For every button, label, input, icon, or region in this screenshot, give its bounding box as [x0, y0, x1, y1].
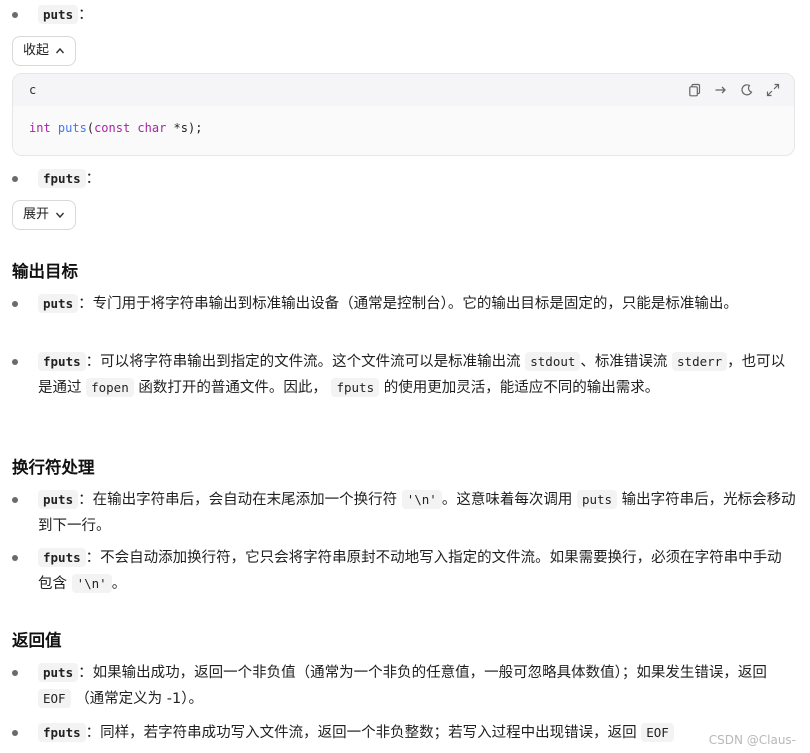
code-header: c: [13, 74, 794, 106]
watermark: CSDN @Claus-: [708, 733, 796, 747]
section-title: 输出目标: [12, 262, 78, 281]
bullet-dot: [12, 497, 18, 503]
expand-button[interactable]: 展开: [12, 200, 77, 230]
code-keyword: const: [94, 121, 131, 135]
eof-code: EOF: [641, 723, 674, 742]
bullet-dot: [12, 359, 18, 365]
list-item: fputs：: [12, 166, 796, 192]
eof-code: EOF: [38, 689, 71, 708]
code-function: puts: [57, 121, 87, 135]
code-language: c: [29, 83, 37, 97]
collapse-button[interactable]: 收起: [12, 36, 77, 66]
item-text: 。这意味着每次调用: [441, 492, 573, 508]
code-type: char: [137, 121, 167, 135]
puts-code: puts: [38, 294, 79, 313]
puts-code: puts: [576, 490, 618, 509]
item-text: 的使用更加灵活，能适应不同的输出需求。: [383, 380, 660, 396]
item-text: 。: [111, 576, 127, 592]
chevron-down-icon: [55, 212, 65, 219]
bullet-dot: [12, 555, 18, 561]
list-item: fputs ：同样，若字符串成功写入文件流，返回一个非负整数；若写入过程中出现错误…: [12, 720, 796, 746]
colon: ：: [85, 171, 101, 187]
list-item: puts：: [12, 2, 796, 28]
bullet-dot: [12, 12, 18, 18]
list-item: fputs ：可以将字符串输出到指定的文件流。这个文件流可以是标准输出流 stdo…: [12, 349, 796, 401]
item-text: 、标准错误流: [580, 354, 668, 370]
expand-icon[interactable]: [766, 83, 780, 97]
item-text: ：同样，若字符串成功写入文件流，返回一个非负整数；若写入过程中出现错误，返回: [85, 725, 637, 741]
wrap-icon[interactable]: [714, 83, 728, 97]
puts-code: puts: [38, 5, 79, 24]
item-text: ：如果输出成功，返回一个非负值（通常为一个非负的任意值，一般可忽略具体数值）；如…: [78, 665, 767, 681]
newline-code: '\n': [401, 490, 442, 509]
list-item: puts ：如果输出成功，返回一个非负值（通常为一个非负的任意值，一般可忽略具体数…: [12, 660, 796, 712]
theme-icon[interactable]: [740, 83, 754, 97]
stdout-code: stdout: [525, 352, 581, 371]
chevron-up-icon: [55, 47, 65, 54]
fputs-code: fputs: [38, 169, 86, 188]
code-paren: (: [86, 121, 95, 135]
bullet-dot: [12, 176, 18, 182]
puts-code: puts: [38, 663, 79, 682]
list-item: puts ：专门用于将字符串输出到标准输出设备（通常是控制台）。它的输出目标是固定…: [12, 291, 796, 317]
code-block: c int puts(const char *s);: [12, 73, 795, 156]
item-text: （通常定义为 -1）。: [75, 691, 204, 707]
fputs-code: fputs: [38, 352, 86, 371]
fputs-code: fputs: [38, 548, 86, 567]
item-text: ：不会自动添加换行符，它只会将字符串原封不动地写入指定的文件流。如果需要换行，必…: [38, 550, 782, 592]
item-text: ：专门用于将字符串输出到标准输出设备（通常是控制台）。它的输出目标是固定的，只能…: [78, 296, 738, 312]
section-title: 返回值: [12, 631, 62, 650]
colon: ：: [78, 7, 93, 23]
item-text: ：可以将字符串输出到指定的文件流。这个文件流可以是标准输出流: [85, 354, 521, 370]
section-title: 换行符处理: [12, 458, 95, 477]
collapse-label: 收起: [23, 43, 50, 58]
fputs-code: fputs: [331, 378, 380, 397]
item-text: 函数打开的普通文件。因此，: [138, 380, 327, 396]
bullet-dot: [12, 670, 18, 676]
copy-icon[interactable]: [688, 83, 702, 97]
item-text: ：在输出字符串后，会自动在末尾添加一个换行符: [78, 492, 398, 508]
code-keyword: int: [29, 121, 51, 135]
fputs-code: fputs: [38, 723, 86, 742]
puts-code: puts: [38, 490, 79, 509]
bullet-dot: [12, 301, 18, 307]
code-content: int puts(const char *s);: [13, 106, 794, 155]
list-item: puts ：在输出字符串后，会自动在末尾添加一个换行符 '\n' 。这意味着每次调用…: [12, 487, 796, 539]
stderr-code: stderr: [672, 352, 728, 371]
list-item: fputs ：不会自动添加换行符，它只会将字符串原封不动地写入指定的文件流。如果需…: [12, 545, 796, 597]
newline-code: '\n': [71, 574, 112, 593]
fopen-code: fopen: [86, 378, 134, 397]
bullet-dot: [12, 730, 18, 736]
expand-label: 展开: [23, 207, 50, 222]
code-rest: *s);: [166, 121, 203, 135]
